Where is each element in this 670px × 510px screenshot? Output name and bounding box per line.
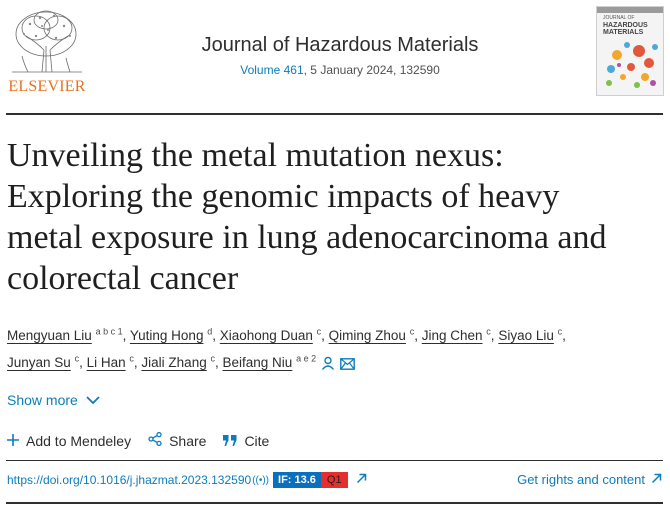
author-name-link[interactable]: Junyan Su [7,355,71,370]
cite-label: Cite [244,432,270,449]
article-title-line: metal exposure in lung adenocarcinoma an… [7,219,607,256]
author-affiliation: c [74,353,80,364]
article-title: Unveiling the metal mutation nexus: Expl… [7,135,667,299]
journal-info: Journal of Hazardous Materials Volume 46… [140,34,540,77]
author-item: Qiming Zhou c, [328,326,418,343]
footer-divider [6,502,663,504]
journal-cover-thumbnail[interactable]: JOURNAL OF HAZARDOUS MATERIALS [596,6,664,96]
author-item: Xiaohong Duan c, [219,326,325,343]
journal-meta: Volume 461, 5 January 2024, 132590 [140,63,540,77]
doi-row: https://doi.org/10.1016/j.jhazmat.2023.1… [7,472,367,488]
author-name-link[interactable]: Jiali Zhang [141,355,206,370]
broadcast-icon: ((•)) [252,474,270,486]
journal-title-link[interactable]: Journal of Hazardous Materials [202,34,479,57]
author-name-link[interactable]: Siyao Liu [498,328,554,343]
header-divider [6,113,663,115]
author-affiliation: a b c 1 [95,326,123,337]
author-affiliation: c [486,326,491,337]
tree-logo-icon [12,10,82,73]
show-more-button[interactable]: Show more [7,392,100,408]
author-item: Mengyuan Liu a b c 1, [7,326,127,343]
author-affiliation: a e 2 [296,353,317,364]
author-affiliation: c [409,326,415,337]
article-title-line: colorectal cancer [7,260,239,297]
quartile-badge: Q1 [320,472,348,488]
person-icon[interactable] [321,352,335,379]
author-affiliation: d [207,326,213,337]
external-link-icon[interactable] [356,473,367,487]
author-name-link[interactable]: Beifang Niu [223,355,293,370]
quote-icon [223,433,237,449]
author-name-link[interactable]: Qiming Zhou [329,328,406,343]
article-actions: Add to Mendeley Share Cite [7,431,269,449]
author-name-link[interactable]: Yuting Hong [130,328,204,343]
author-affiliation: c [316,326,322,337]
author-item: Beifang Niu a e 2 [223,353,317,370]
author-name-link[interactable]: Xiaohong Duan [220,328,313,343]
add-to-mendeley-label: Add to Mendeley [26,432,132,449]
author-item: Yuting Hong d, [129,326,216,343]
show-more-label: Show more [7,392,78,408]
author-list: Mengyuan Liu a b c 1, Yuting Hong d, Xia… [7,322,657,379]
chevron-down-icon [86,392,100,408]
rights-label: Get rights and content [517,472,645,487]
cover-text-main: HAZARDOUS MATERIALS [603,22,648,36]
share-label: Share [169,432,207,449]
author-item: Siyao Liu c, [498,326,566,343]
author-item: Junyan Su c, [7,353,83,370]
issue-info: , 5 January 2024, 132590 [303,63,440,77]
author-affiliation: c [210,353,215,364]
volume-link[interactable]: Volume 461 [240,63,303,77]
author-item: Li Han c, [86,353,138,370]
add-to-mendeley-button[interactable]: Add to Mendeley [7,432,131,449]
impact-factor-badge: IF: 13.6 [273,472,321,488]
author-name-link[interactable]: Mengyuan Liu [7,328,92,343]
author-name-link[interactable]: Li Han [87,355,126,370]
cite-button[interactable]: Cite [223,432,269,449]
publisher-name: ELSEVIER [8,78,86,95]
author-affiliation: c [129,353,134,364]
doi-link[interactable]: https://doi.org/10.1016/j.jhazmat.2023.1… [7,473,251,487]
email-icon[interactable] [340,352,356,379]
cover-text-top: JOURNAL OF [603,15,635,21]
article-title-line: Exploring the genomic impacts of heavy [7,178,560,215]
journal-header: ELSEVIER Journal of Hazardous Materials … [0,0,670,112]
share-icon [148,431,162,449]
author-item: Jing Chen c, [421,326,495,343]
rights-and-content-link[interactable]: Get rights and content [517,472,662,487]
author-affiliation: c [557,326,563,337]
author-name-link[interactable]: Jing Chen [422,328,483,343]
actions-divider [6,460,663,461]
author-item: Jiali Zhang c, [141,353,219,370]
plus-icon [7,433,19,449]
share-button[interactable]: Share [148,431,207,449]
article-title-line: Unveiling the metal mutation nexus: [7,137,504,174]
external-link-icon [651,472,662,487]
